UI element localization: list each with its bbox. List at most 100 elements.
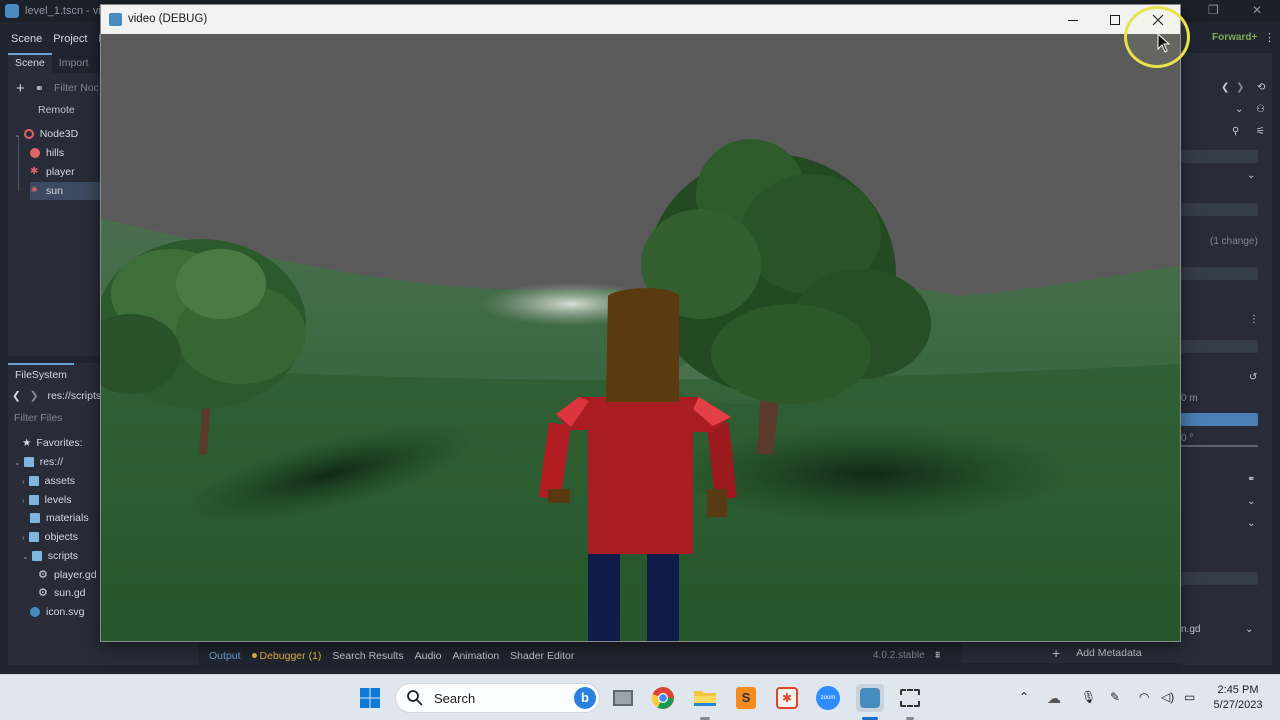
tree-node-player[interactable]: ✱ player — [30, 163, 102, 181]
system-clock[interactable]: 2:45 PM 5/27/2023 — [1208, 683, 1268, 713]
inspector-field[interactable] — [1181, 572, 1258, 585]
godot-app-icon — [109, 13, 122, 26]
file-label: player.gd — [54, 569, 97, 581]
section-chevron-icon[interactable]: ⌄ — [1247, 170, 1255, 181]
file-item-player-gd[interactable]: ⚙ player.gd — [38, 566, 97, 584]
add-node-icon[interactable]: + — [16, 80, 25, 97]
node-options-icon[interactable]: ⚇ — [1256, 104, 1265, 115]
bottom-panel-tabs: Output Debugger (1) Search Results Audio… — [198, 643, 958, 668]
inspector-field[interactable] — [1181, 150, 1258, 163]
tab-scene[interactable]: Scene — [8, 53, 52, 73]
reset-icon[interactable]: ↺ — [1249, 372, 1257, 383]
onedrive-cloud-icon[interactable]: ☁ — [1047, 690, 1061, 707]
angle-slider[interactable] — [1181, 445, 1258, 447]
folder-item-objects[interactable]: › objects — [22, 528, 78, 546]
distance-value[interactable]: 0 m — [1181, 393, 1198, 404]
game-window-title-bar[interactable]: video (DEBUG) — [101, 5, 1180, 34]
add-metadata-label: Add Metadata — [1076, 647, 1142, 659]
inspector-field[interactable] — [1181, 203, 1258, 216]
pin-panel-icon[interactable]: ⩩ — [935, 650, 940, 661]
script-chevron-icon[interactable]: ⌄ — [1245, 624, 1253, 635]
inspector-field[interactable] — [1181, 267, 1258, 280]
filter-settings-icon[interactable]: ⚟ — [1256, 126, 1265, 137]
history-back-icon[interactable]: ❮ — [1221, 82, 1229, 93]
renderer-selector[interactable]: Forward+ — [1212, 32, 1257, 43]
current-path[interactable]: res://scripts — [47, 390, 101, 402]
tab-import[interactable]: Import — [52, 53, 96, 73]
tree-node-hills[interactable]: hills — [30, 144, 102, 162]
editor-close-icon[interactable]: ✕ — [1252, 3, 1262, 17]
chrome-button[interactable] — [650, 685, 676, 711]
favorites-label: Favorites: — [36, 437, 83, 449]
back-icon[interactable]: ❮ — [12, 390, 21, 402]
warning-dot-icon — [251, 653, 257, 659]
more-options-icon[interactable]: ⋮ — [1264, 31, 1275, 44]
link-icon[interactable]: ⚭ — [35, 82, 44, 95]
folder-item-materials[interactable]: materials — [30, 509, 89, 527]
minimize-button[interactable] — [1051, 5, 1095, 34]
folder-item-levels[interactable]: › levels — [22, 491, 72, 509]
section-chevron-icon[interactable]: ⌄ — [1247, 518, 1255, 529]
tab-animation[interactable]: Animation — [452, 650, 499, 662]
inspector-field[interactable] — [1181, 340, 1258, 353]
volume-icon[interactable]: ◁) — [1161, 690, 1174, 704]
kebab-menu-icon[interactable]: ⋮ — [1249, 314, 1259, 325]
forward-icon[interactable]: ❯ — [30, 390, 39, 402]
folder-label: scripts — [47, 550, 79, 562]
wifi-icon[interactable]: ◠ — [1139, 690, 1149, 704]
tab-shader-editor[interactable]: Shader Editor — [510, 650, 574, 662]
history-icon[interactable]: ⟲ — [1257, 82, 1265, 93]
start-button[interactable] — [357, 685, 383, 711]
git-button[interactable]: ✱ — [774, 685, 800, 711]
angle-value[interactable]: 0 ° — [1181, 433, 1193, 444]
zoom-button[interactable]: zoom — [815, 685, 841, 711]
zoom-icon: zoom — [816, 686, 840, 710]
snipping-tool-button[interactable] — [897, 685, 923, 711]
game-viewport[interactable] — [101, 34, 1180, 641]
filter-nodes-input[interactable]: Filter Noc — [54, 82, 99, 94]
file-explorer-icon — [613, 690, 633, 706]
object-menu-chevron-icon[interactable]: ⌄ — [1235, 104, 1243, 115]
selected-field[interactable] — [1181, 413, 1258, 426]
file-item-sun-gd[interactable]: ⚙ sun.gd — [38, 584, 86, 602]
remote-toggle[interactable]: Remote — [38, 104, 75, 116]
menu-scene[interactable]: Scene — [11, 33, 42, 45]
file-label: sun.gd — [54, 587, 86, 599]
search-icon[interactable]: ⚲ — [1232, 126, 1239, 137]
tab-output[interactable]: Output — [209, 650, 241, 662]
section-chevron-icon[interactable]: ⌄ — [1247, 496, 1255, 507]
task-view-button[interactable] — [610, 685, 636, 711]
taskbar-search-box[interactable]: Search b — [395, 683, 600, 713]
link-icon[interactable]: ⚭ — [1247, 474, 1255, 485]
file-item-icon-svg[interactable]: icon.svg — [30, 603, 85, 621]
add-metadata-button[interactable]: + Add Metadata — [962, 643, 1272, 663]
folder-item-assets[interactable]: › assets — [22, 472, 75, 490]
battery-icon[interactable]: ▭ — [1184, 690, 1195, 704]
sublime-button[interactable]: S — [733, 685, 759, 711]
show-hidden-icons-icon[interactable]: ⌃ — [1019, 690, 1029, 704]
filter-files-input[interactable]: Filter Files — [14, 412, 62, 424]
tree-node-node3d[interactable]: ⌄ Node3D — [14, 125, 102, 143]
tab-filesystem[interactable]: FileSystem — [8, 363, 74, 385]
tab-debugger[interactable]: Debugger (1) — [251, 649, 322, 662]
folder-item-scripts[interactable]: ⌄ scripts — [22, 547, 78, 565]
res-root-item[interactable]: ⌄ res:// — [14, 453, 63, 471]
tree-node-sun[interactable]: ✷ sun — [30, 182, 100, 200]
file-explorer-button[interactable] — [692, 685, 718, 711]
script-field[interactable]: n.gd — [1181, 624, 1200, 635]
game-debug-window[interactable]: video (DEBUG) — [100, 4, 1181, 642]
favorites-item[interactable]: ★ Favorites: — [22, 434, 83, 452]
tab-audio[interactable]: Audio — [415, 650, 442, 662]
tab-debugger-label: Debugger (1) — [259, 649, 322, 662]
godot-button[interactable] — [856, 684, 884, 712]
tree-node-label: hills — [46, 147, 65, 159]
editor-restore-icon[interactable]: ❐ — [1208, 3, 1219, 17]
tab-search-results[interactable]: Search Results — [332, 650, 403, 662]
history-forward-icon[interactable]: ❯ — [1236, 82, 1244, 93]
folder-icon — [23, 457, 34, 467]
menu-project[interactable]: Project — [53, 33, 87, 45]
gear-icon: ⚙ — [38, 569, 48, 581]
bing-icon: b — [574, 687, 596, 709]
microphone-icon[interactable]: 🎙︎ — [1081, 690, 1096, 704]
pen-icon[interactable]: ✎ — [1110, 690, 1120, 704]
